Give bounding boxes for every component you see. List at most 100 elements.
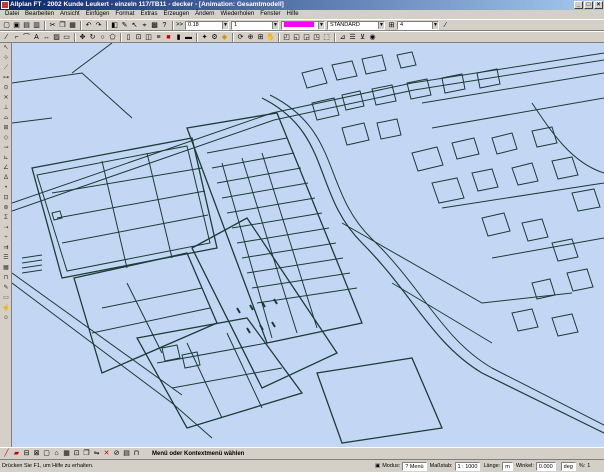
- pen-icon[interactable]: ✎: [120, 21, 129, 30]
- track-icon[interactable]: ⇢: [1, 224, 11, 233]
- pen-thickness-select[interactable]: 0.18 ▼: [185, 20, 230, 30]
- view-top-icon[interactable]: ◲: [302, 33, 311, 42]
- undo-icon[interactable]: ↶: [84, 21, 93, 30]
- snap-grid-icon[interactable]: ⊞: [1, 124, 11, 133]
- cad-viewport[interactable]: [12, 43, 604, 447]
- menu-bearbeiten[interactable]: Bearbeiten: [22, 10, 57, 19]
- column-icon[interactable]: ▮: [174, 33, 183, 42]
- snap-icon[interactable]: ⌖: [140, 21, 149, 30]
- view-side-icon[interactable]: ◱: [292, 33, 301, 42]
- close-button[interactable]: ×: [594, 1, 603, 9]
- menu-datei[interactable]: Datei: [2, 10, 22, 19]
- cut-icon[interactable]: ✂: [48, 21, 57, 30]
- snap-intersection-icon[interactable]: ✕: [1, 94, 11, 103]
- print-icon[interactable]: ▥: [32, 21, 41, 30]
- table-icon[interactable]: ▦: [1, 264, 11, 273]
- properties-icon[interactable]: ☰: [348, 33, 357, 42]
- angle-icon[interactable]: ∠: [1, 164, 11, 173]
- snap-point-icon[interactable]: ⊹: [1, 54, 11, 63]
- winkel-value[interactable]: 0.000: [535, 461, 556, 471]
- camera-icon[interactable]: ◉: [368, 33, 377, 42]
- minimize-button[interactable]: _: [574, 1, 583, 9]
- move-icon[interactable]: ✥: [78, 33, 87, 42]
- snap-midpoint-icon[interactable]: ⊶: [1, 74, 11, 83]
- paste-icon[interactable]: ▦: [68, 21, 77, 30]
- ortho-icon[interactable]: ⊾: [1, 154, 11, 163]
- polar-icon[interactable]: ⊛: [1, 204, 11, 213]
- stairs-icon[interactable]: ≡: [154, 33, 163, 42]
- snap-center-icon[interactable]: ⊙: [1, 84, 11, 93]
- view-iso-icon[interactable]: ◳: [312, 33, 321, 42]
- window-tool-icon[interactable]: ⊟: [22, 449, 31, 458]
- arc-icon[interactable]: ⌒: [22, 33, 31, 42]
- pointer-icon[interactable]: ↖: [130, 21, 139, 30]
- redraw-icon[interactable]: ⟳: [236, 33, 245, 42]
- snap-nearest-icon[interactable]: ⊸: [1, 144, 11, 153]
- zoom-window-icon[interactable]: ⊕: [246, 33, 255, 42]
- menu-erzeugen[interactable]: Erzeugen: [160, 10, 192, 19]
- layer-select[interactable]: STANDARD ▼: [327, 20, 386, 30]
- delta-icon[interactable]: Δ: [1, 174, 11, 183]
- lock-tool-icon[interactable]: ⊓: [132, 449, 141, 458]
- eraser-icon[interactable]: ▭: [1, 294, 11, 303]
- delete-tool-icon[interactable]: ✕: [102, 449, 111, 458]
- text-icon[interactable]: A: [32, 33, 41, 42]
- laenge-value[interactable]: m: [502, 461, 513, 471]
- help-pointer-icon[interactable]: ?: [160, 21, 169, 30]
- user-icon[interactable]: ☺: [1, 314, 11, 323]
- hidden-line-icon[interactable]: ⬚: [322, 33, 331, 42]
- polygon-icon[interactable]: ⬠: [108, 33, 117, 42]
- lock-icon[interactable]: ⊓: [1, 274, 11, 283]
- menu-format[interactable]: Format: [112, 10, 137, 19]
- beam-icon[interactable]: ▬: [184, 33, 193, 42]
- symbol-icon[interactable]: ✦: [200, 33, 209, 42]
- filter-icon[interactable]: ⊻: [358, 33, 367, 42]
- zoom-all-icon[interactable]: ⊞: [256, 33, 265, 42]
- grid-icon[interactable]: ▩: [150, 21, 159, 30]
- cancel-tool-icon[interactable]: ⊘: [112, 449, 121, 458]
- layer-icon[interactable]: ◧: [110, 21, 119, 30]
- print-tool-icon[interactable]: ▤: [122, 449, 131, 458]
- modus-value[interactable]: ? Menü: [402, 461, 427, 471]
- select-icon[interactable]: ↖: [1, 44, 11, 53]
- section-tool-icon[interactable]: ⊡: [72, 449, 81, 458]
- line-type-select[interactable]: 1 ▼: [231, 20, 280, 30]
- menu-fenster[interactable]: Fenster: [257, 10, 283, 19]
- snap-perpendicular-icon[interactable]: ⊥: [1, 104, 11, 113]
- color-select[interactable]: ▼: [281, 20, 326, 30]
- snap-line-icon[interactable]: ⟋: [1, 64, 11, 73]
- deg-label[interactable]: deg: [560, 461, 576, 471]
- highlight-icon[interactable]: ◆: [220, 33, 229, 42]
- window-icon[interactable]: ⊡: [134, 33, 143, 42]
- drawing-number-select[interactable]: 4 ▼: [397, 20, 440, 30]
- layer-settings-icon[interactable]: ⊞: [387, 21, 396, 30]
- circle-icon[interactable]: ○: [98, 33, 107, 42]
- door-tool-icon[interactable]: ⊠: [32, 449, 41, 458]
- hatch-icon[interactable]: ▨: [52, 33, 61, 42]
- line-style-icon[interactable]: ⁄: [441, 21, 450, 30]
- offset-icon[interactable]: ⇉: [1, 244, 11, 253]
- pencil-icon[interactable]: ✎: [1, 284, 11, 293]
- allplan-app-icon[interactable]: [1, 1, 9, 9]
- pan-icon[interactable]: ✋: [266, 33, 275, 42]
- list-icon[interactable]: ☰: [1, 254, 11, 263]
- slab-tool-icon[interactable]: ▰: [12, 449, 21, 458]
- save-icon[interactable]: ▤: [22, 21, 31, 30]
- roof-tool-icon[interactable]: ⌂: [52, 449, 61, 458]
- copy-icon[interactable]: ❐: [58, 21, 67, 30]
- menu-einfuegen[interactable]: Einfügen: [83, 10, 113, 19]
- new-file-icon[interactable]: ▢: [2, 21, 11, 30]
- redo-icon[interactable]: ↷: [94, 21, 103, 30]
- dimension-icon[interactable]: ↔: [42, 33, 51, 42]
- view-front-icon[interactable]: ◰: [282, 33, 291, 42]
- menu-aendern[interactable]: Ändern: [192, 10, 217, 19]
- rectangle-icon[interactable]: ▭: [62, 33, 71, 42]
- menu-wiederholen[interactable]: Wiederholen: [218, 10, 258, 19]
- maximize-button[interactable]: □: [584, 1, 593, 9]
- snap-tangent-icon[interactable]: ⌓: [1, 114, 11, 123]
- rotate-icon[interactable]: ↻: [88, 33, 97, 42]
- menu-ansicht[interactable]: Ansicht: [57, 10, 83, 19]
- menu-hilfe[interactable]: Hilfe: [284, 10, 302, 19]
- massstab-value[interactable]: 1 : 1000: [454, 461, 481, 471]
- element-red-icon[interactable]: ■: [164, 33, 173, 42]
